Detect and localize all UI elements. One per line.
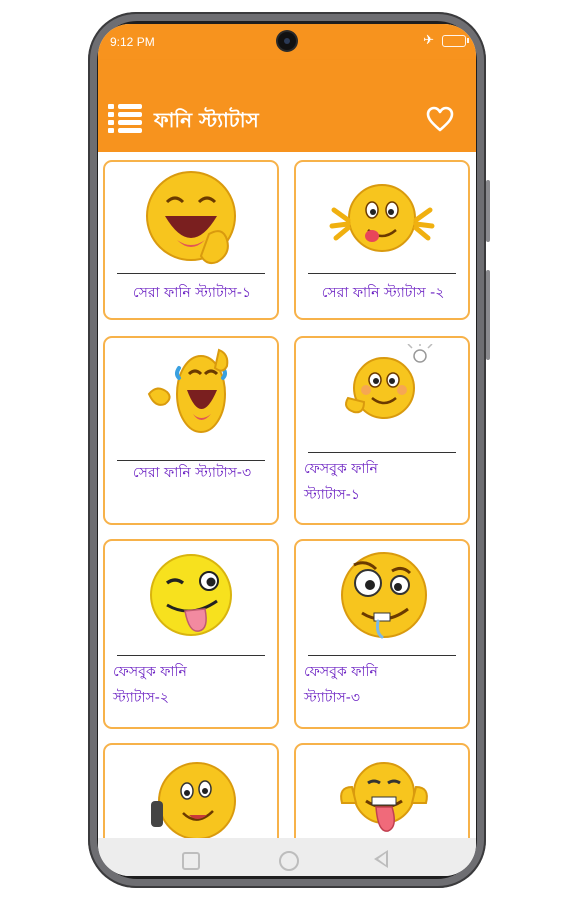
menu-list-icon[interactable] (108, 104, 142, 134)
power-button (486, 180, 490, 242)
card-divider (117, 273, 265, 274)
back-icon[interactable] (374, 850, 388, 868)
card-divider (117, 655, 265, 656)
status-time: 9:12 PM (110, 35, 155, 49)
card-divider (308, 655, 456, 656)
category-label: সেরা ফানি স্ট্যাটাস -২ (321, 285, 445, 301)
crying-laughing-emoji-icon (147, 348, 229, 433)
category-card-7[interactable] (103, 743, 279, 838)
category-card-8[interactable] (294, 743, 470, 838)
crazy-drooling-emoji-icon (341, 552, 427, 639)
volume-button (486, 270, 490, 360)
category-label: সেরা ফানি স্ট্যাটাস-৩ (132, 465, 252, 481)
category-label: ফেসবুক ফানি স্ট্যাটাস-২ (113, 664, 187, 706)
recent-apps-icon[interactable] (182, 852, 200, 870)
app-screen: 9:12 PM ✈ ফানি স্ট্যাটাস সেরা ফানি স্ট্য… (98, 24, 476, 876)
status-bar: 9:12 PM ✈ (98, 24, 476, 60)
app-title: ফানি স্ট্যাটাস (154, 108, 259, 132)
category-label: সেরা ফানি স্ট্যাটাস-১ (132, 285, 252, 301)
category-card-2[interactable]: সেরা ফানি স্ট্যাটাস -২ (294, 160, 470, 320)
idea-emoji-icon (345, 344, 433, 419)
card-divider (308, 452, 456, 453)
thumbs-up-tongue-emoji-icon (340, 762, 428, 832)
category-card-5[interactable]: ফেসবুক ফানি স্ট্যাটাস-২ (103, 539, 279, 729)
category-card-1[interactable]: সেরা ফানি স্ট্যাটাস-১ (103, 160, 279, 320)
category-card-4[interactable]: ফেসবুক ফানি স্ট্যাটাস-১ (294, 336, 470, 525)
laughing-emoji-icon (146, 171, 236, 265)
category-label: ফেসবুক ফানি স্ট্যাটাস-৩ (304, 664, 378, 706)
silly-tongue-emoji-icon (329, 184, 435, 252)
category-card-6[interactable]: ফেসবুক ফানি স্ট্যাটাস-৩ (294, 539, 470, 729)
system-navigation-bar (98, 838, 476, 876)
category-grid: সেরা ফানি স্ট্যাটাস-১ সেরা ফানি স্ট্যাটা… (98, 152, 476, 838)
home-icon[interactable] (279, 851, 299, 871)
battery-icon (442, 34, 469, 47)
phone-call-emoji-icon (151, 762, 236, 838)
card-divider (308, 273, 456, 274)
front-camera (278, 32, 296, 50)
category-label: ফেসবুক ফানি স্ট্যাটাস-১ (304, 461, 378, 503)
status-icons: ✈ (423, 33, 469, 48)
favorite-heart-icon[interactable] (426, 106, 454, 132)
winking-tongue-emoji-icon (150, 554, 232, 636)
app-bar: ফানি স্ট্যাটাস (98, 60, 476, 152)
airplane-mode-icon: ✈ (423, 33, 434, 48)
category-card-3[interactable]: সেরা ফানি স্ট্যাটাস-৩ (103, 336, 279, 525)
